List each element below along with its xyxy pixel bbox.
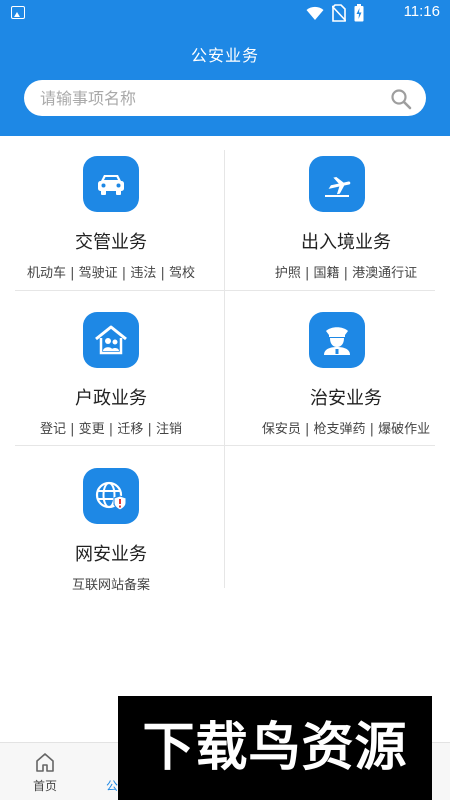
- service-title: 治安业务: [310, 388, 382, 409]
- service-exit-entry[interactable]: 出入境业务 护照 | 国籍 | 港澳通行证: [225, 150, 435, 305]
- globe-shield-icon: [83, 468, 139, 524]
- watermark-banner: 下载鸟资源: [118, 696, 432, 800]
- service-subtitle: 机动车 | 驾驶证 | 违法 | 驾校: [27, 266, 195, 281]
- airplane-icon: [309, 156, 365, 212]
- status-bar: 11:16: [0, 0, 450, 26]
- app-screen: 11:16 公安业务 请输事项名称 交管业务 机动车 | 驾驶证 | 违法 | …: [0, 0, 450, 800]
- home-icon: [36, 753, 54, 772]
- service-public-security[interactable]: 治安业务 保安员 | 枪支弹药 | 爆破作业: [225, 306, 435, 461]
- image-notification-icon: [11, 6, 25, 19]
- wifi-icon: [306, 6, 324, 20]
- battery-icon: [354, 4, 364, 22]
- service-subtitle: 登记 | 变更 | 迁移 | 注销: [40, 422, 182, 437]
- no-sim-icon: [332, 4, 346, 22]
- service-title: 交管业务: [75, 232, 147, 253]
- service-subtitle: 互联网站备案: [71, 578, 150, 593]
- page-title: 公安业务: [190, 46, 259, 65]
- service-title: 网安业务: [75, 544, 147, 565]
- household-icon: [83, 312, 139, 368]
- clock-time: 11:16: [403, 3, 440, 20]
- service-title: 户政业务: [75, 388, 147, 409]
- police-officer-icon: [309, 312, 365, 368]
- search-input[interactable]: [40, 80, 380, 116]
- service-title: 出入境业务: [301, 232, 391, 253]
- service-household[interactable]: 户政业务 登记 | 变更 | 迁移 | 注销: [15, 306, 225, 461]
- header-bar: 11:16 公安业务: [0, 0, 450, 136]
- search-icon[interactable]: [390, 88, 412, 110]
- search-bar[interactable]: [24, 80, 426, 116]
- car-icon: [83, 156, 139, 212]
- service-cyber-security[interactable]: 网安业务 互联网站备案: [15, 462, 225, 617]
- service-traffic[interactable]: 交管业务 机动车 | 驾驶证 | 违法 | 驾校: [15, 150, 225, 305]
- service-subtitle: 护照 | 国籍 | 港澳通行证: [274, 266, 418, 281]
- status-icons: [306, 4, 364, 22]
- service-subtitle: 保安员 | 枪支弹药 | 爆破作业: [261, 422, 431, 437]
